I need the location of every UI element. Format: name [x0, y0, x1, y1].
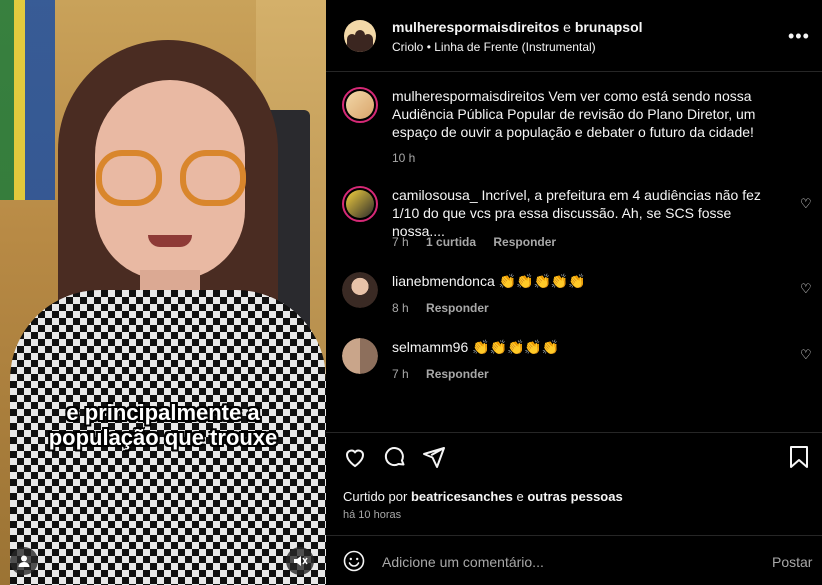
comment-time: 10 h — [392, 151, 416, 165]
comment-likes[interactable]: 1 curtida — [426, 235, 476, 249]
heart-icon[interactable]: ♡ — [800, 347, 812, 363]
comment-avatar[interactable] — [342, 338, 378, 374]
comment-username[interactable]: lianebmendonca — [392, 273, 495, 289]
person-glasses — [96, 150, 246, 208]
comment-meta: 10 h — [392, 151, 429, 165]
comment-avatar[interactable] — [342, 186, 378, 222]
add-comment-bar: Adicione um comentário... Postar — [326, 535, 822, 585]
post-actions: Curtido por beatricesanches e outras pes… — [326, 432, 822, 544]
comment-meta: 8 h Responder — [392, 301, 503, 315]
share-icon[interactable] — [422, 445, 446, 474]
post-authors: mulherespormaisdireitos e brunapsol — [392, 19, 643, 35]
heart-icon[interactable]: ♡ — [800, 196, 812, 212]
reply-button[interactable]: Responder — [493, 235, 556, 249]
reply-button[interactable]: Responder — [426, 367, 489, 381]
liked-by-user[interactable]: beatricesanches — [411, 489, 513, 504]
audio-info[interactable]: Criolo • Linha de Frente (Instrumental) — [392, 40, 596, 54]
comment-time: 7 h — [392, 367, 409, 381]
liked-by-others[interactable]: outras pessoas — [527, 489, 622, 504]
comment-meta: 7 h Responder — [392, 367, 503, 381]
audio-artist: Criolo — [392, 40, 424, 54]
comment-input[interactable]: Adicione um comentário... — [382, 554, 544, 570]
liked-by-joiner: e — [516, 489, 524, 504]
comment-icon[interactable] — [383, 445, 407, 474]
emoji-icon[interactable] — [343, 550, 365, 577]
comment-text: mulherespormaisdireitos Vem ver como est… — [392, 87, 774, 141]
comment-meta: 7 h 1 curtida Responder — [392, 235, 570, 249]
post-button[interactable]: Postar — [772, 554, 812, 570]
reel-video[interactable]: e principalmente a população que trouxe — [0, 0, 326, 585]
liked-by-prefix: Curtido por — [343, 489, 408, 504]
heart-icon[interactable] — [343, 445, 367, 474]
comment-username[interactable]: camilosousa_ — [392, 187, 478, 203]
comment-time: 8 h — [392, 301, 409, 315]
post-time: há 10 horas — [343, 509, 402, 521]
comment-text: lianebmendonca 👏👏👏👏👏 — [392, 272, 774, 290]
comment-avatar[interactable] — [342, 272, 378, 308]
person-mouth — [148, 235, 192, 247]
comment-avatar[interactable] — [342, 87, 378, 123]
comment-username[interactable]: mulherespormaisdireitos — [392, 88, 545, 104]
video-caption-line1: e principalmente a — [66, 400, 260, 425]
more-horizontal-icon[interactable]: ••• — [788, 26, 810, 47]
author-link-2[interactable]: brunapsol — [575, 19, 643, 35]
comment-body: 👏👏👏👏👏 — [472, 339, 560, 355]
post-panel: mulherespormaisdireitos e brunapsol Crio… — [326, 0, 822, 585]
post-header: mulherespormaisdireitos e brunapsol Crio… — [326, 0, 822, 72]
flag-decoration — [0, 0, 55, 200]
heart-icon[interactable]: ♡ — [800, 281, 812, 297]
liked-by: Curtido por beatricesanches e outras pes… — [343, 489, 623, 504]
comment-time: 7 h — [392, 235, 409, 249]
authors-joiner: e — [563, 19, 571, 35]
author-link-1[interactable]: mulherespormaisdireitos — [392, 19, 559, 35]
muted-speaker-icon[interactable] — [286, 547, 314, 575]
audio-track: Linha de Frente (Instrumental) — [434, 40, 596, 54]
reply-button[interactable]: Responder — [426, 301, 489, 315]
user-icon[interactable] — [10, 547, 38, 575]
comment-username[interactable]: selmamm96 — [392, 339, 468, 355]
video-caption-line2: população que trouxe — [48, 425, 278, 450]
comments-list: mulherespormaisdireitos Vem ver como est… — [326, 72, 822, 432]
comment-text: camilosousa_ Incrível, a prefeitura em 4… — [392, 186, 774, 240]
bookmark-icon[interactable] — [788, 445, 810, 474]
audio-separator: • — [426, 40, 431, 54]
comment-body: 👏👏👏👏👏 — [498, 273, 586, 289]
comment-text: selmamm96 👏👏👏👏👏 — [392, 338, 774, 356]
author-avatar[interactable] — [344, 20, 376, 52]
